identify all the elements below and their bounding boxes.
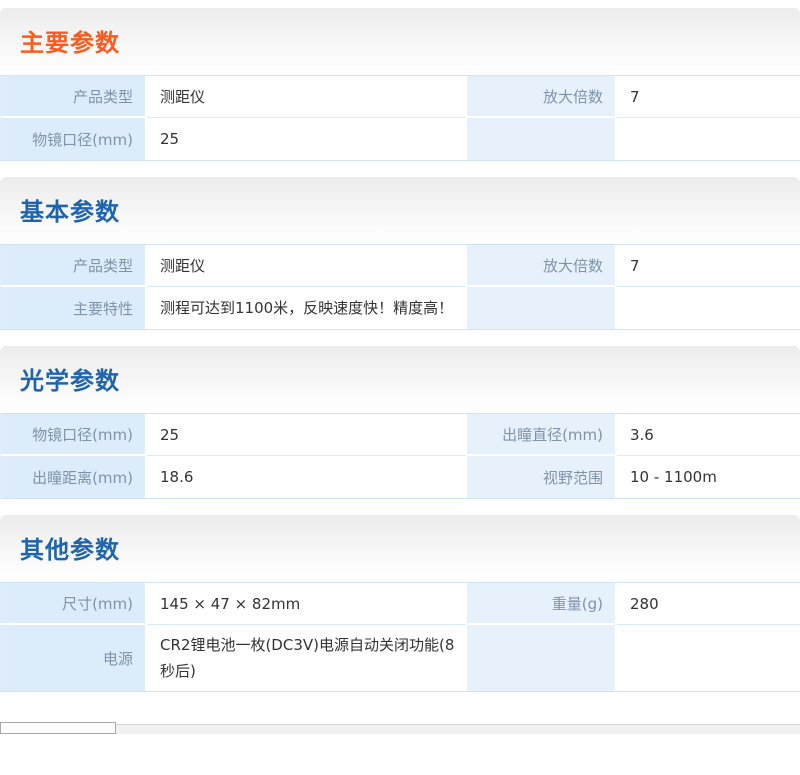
param-value: 10 - 1100m xyxy=(617,456,800,498)
param-label: 物镜口径(mm) xyxy=(1,414,147,456)
section-title: 主要参数 xyxy=(20,23,120,58)
section-title: 其他参数 xyxy=(20,530,120,565)
param-value: 25 xyxy=(147,118,467,160)
param-label: 重量(g) xyxy=(467,583,617,625)
param-value: 25 xyxy=(147,414,467,456)
param-label: 尺寸(mm) xyxy=(1,583,147,625)
section-title: 基本参数 xyxy=(20,192,120,227)
section-header: 光学参数 xyxy=(0,346,800,410)
param-label: 产品类型 xyxy=(1,76,147,118)
param-label: 主要特性 xyxy=(1,287,147,329)
param-value: 测距仪 xyxy=(147,76,467,118)
table-row: 尺寸(mm) 145 × 47 × 82mm 重量(g) 280 xyxy=(1,583,800,625)
param-label: 视野范围 xyxy=(467,456,617,498)
param-value xyxy=(617,118,800,160)
section-other-parameters: 其他参数 尺寸(mm) 145 × 47 × 82mm 重量(g) 280 电源… xyxy=(0,515,800,692)
param-value: 7 xyxy=(617,245,800,287)
spec-table: 产品类型 测距仪 放大倍数 7 主要特性 测程可达到1100米，反映速度快！精度… xyxy=(0,244,800,330)
section-header: 基本参数 xyxy=(0,177,800,241)
spec-table: 产品类型 测距仪 放大倍数 7 物镜口径(mm) 25 xyxy=(0,75,800,161)
spec-table: 物镜口径(mm) 25 出瞳直径(mm) 3.6 出瞳距离(mm) 18.6 视… xyxy=(0,413,800,499)
table-row: 物镜口径(mm) 25 xyxy=(1,118,800,160)
partial-tab-strip xyxy=(0,722,800,734)
param-value xyxy=(617,287,800,329)
section-header: 其他参数 xyxy=(0,515,800,579)
param-label: 产品类型 xyxy=(1,245,147,287)
section-basic-parameters: 基本参数 产品类型 测距仪 放大倍数 7 主要特性 测程可达到1100米，反映速… xyxy=(0,177,800,330)
param-label xyxy=(467,625,617,691)
param-value xyxy=(617,625,800,691)
param-value: 280 xyxy=(617,583,800,625)
table-row: 产品类型 测距仪 放大倍数 7 xyxy=(1,245,800,287)
table-row: 产品类型 测距仪 放大倍数 7 xyxy=(1,76,800,118)
param-value: 7 xyxy=(617,76,800,118)
section-header: 主要参数 xyxy=(0,8,800,72)
param-value: 18.6 xyxy=(147,456,467,498)
section-optical-parameters: 光学参数 物镜口径(mm) 25 出瞳直径(mm) 3.6 出瞳距离(mm) 1… xyxy=(0,346,800,499)
param-label: 出瞳距离(mm) xyxy=(1,456,147,498)
param-label: 放大倍数 xyxy=(467,76,617,118)
param-value: 145 × 47 × 82mm xyxy=(147,583,467,625)
param-value: 测程可达到1100米，反映速度快！精度高！ xyxy=(147,287,467,329)
tab-strip-background xyxy=(116,724,800,734)
product-spec-page: 主要参数 产品类型 测距仪 放大倍数 7 物镜口径(mm) 25 基本参数 产品… xyxy=(0,0,800,734)
partial-tab[interactable] xyxy=(0,722,116,734)
table-row: 物镜口径(mm) 25 出瞳直径(mm) 3.6 xyxy=(1,414,800,456)
param-label xyxy=(467,118,617,160)
section-main-parameters: 主要参数 产品类型 测距仪 放大倍数 7 物镜口径(mm) 25 xyxy=(0,8,800,161)
param-label: 电源 xyxy=(1,625,147,691)
table-row: 主要特性 测程可达到1100米，反映速度快！精度高！ xyxy=(1,287,800,329)
spec-table: 尺寸(mm) 145 × 47 × 82mm 重量(g) 280 电源 CR2锂… xyxy=(0,582,800,692)
param-label xyxy=(467,287,617,329)
param-value: 3.6 xyxy=(617,414,800,456)
table-row: 出瞳距离(mm) 18.6 视野范围 10 - 1100m xyxy=(1,456,800,498)
param-label: 出瞳直径(mm) xyxy=(467,414,617,456)
param-value: 测距仪 xyxy=(147,245,467,287)
section-title: 光学参数 xyxy=(20,361,120,396)
param-value: CR2锂电池一枚(DC3V)电源自动关闭功能(8秒后) xyxy=(147,625,467,691)
param-label: 放大倍数 xyxy=(467,245,617,287)
param-label: 物镜口径(mm) xyxy=(1,118,147,160)
table-row: 电源 CR2锂电池一枚(DC3V)电源自动关闭功能(8秒后) xyxy=(1,625,800,691)
